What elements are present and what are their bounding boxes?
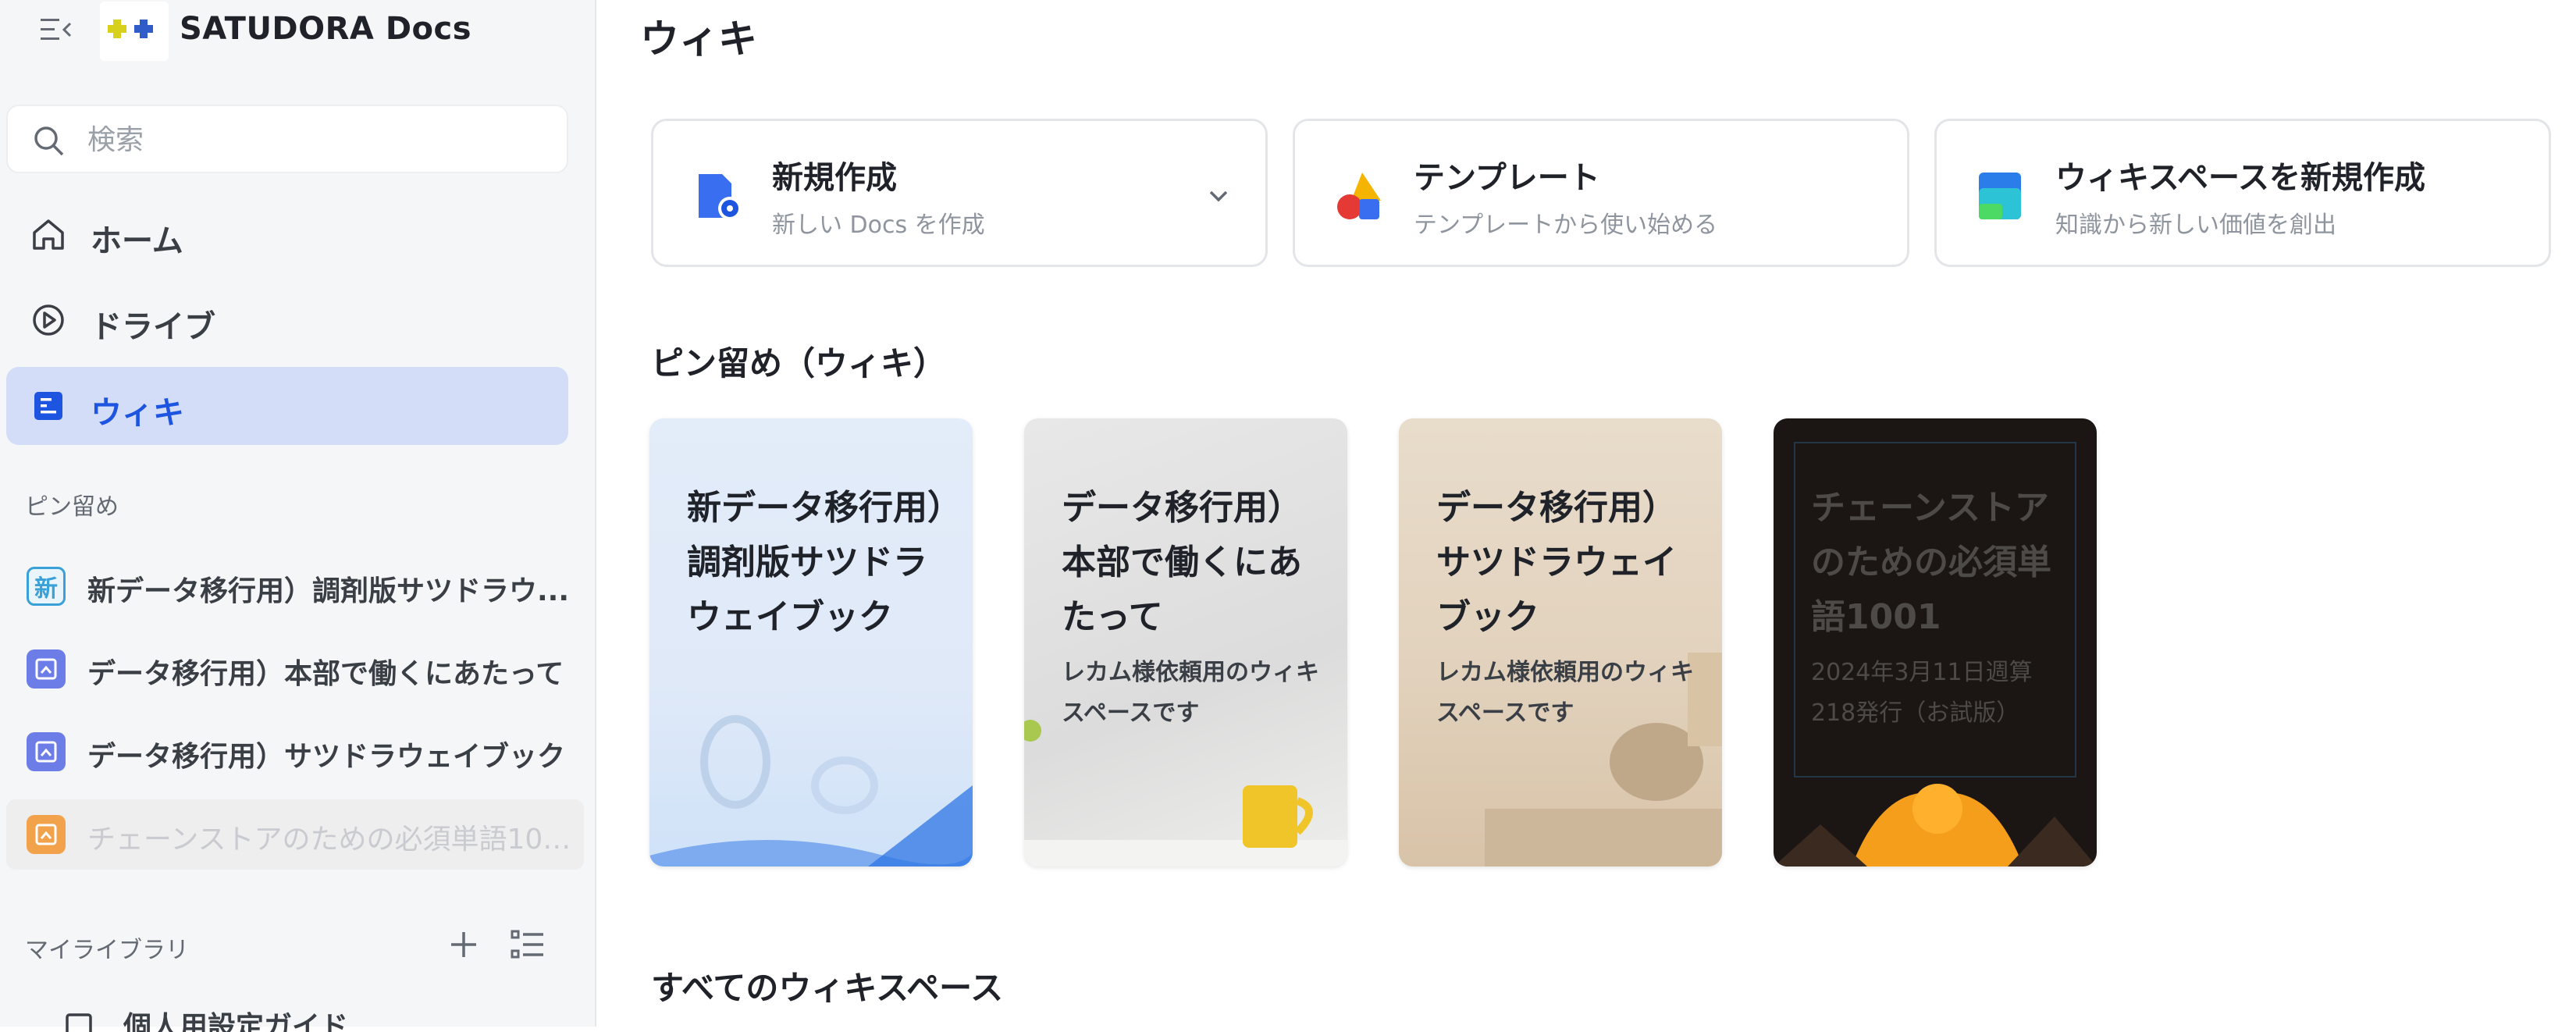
pinned-item[interactable]: チェーンストアのための必須単語1001 [6, 799, 584, 870]
search-input[interactable] [86, 117, 542, 162]
wiki-card-title: データ移行用）本部で働くにあたって [1062, 488, 1302, 637]
chevron-down-icon[interactable] [1203, 180, 1234, 212]
template-title: テンプレート [1414, 160, 1600, 196]
new-doc-icon [691, 169, 745, 224]
template-icon [1332, 169, 1387, 224]
new-doc-card[interactable]: 新規作成 新しい Docs を作成 [651, 119, 1268, 267]
wiki-card[interactable]: 新データ移行用）調剤版サツドラウェイブック [649, 418, 973, 867]
wiki-icon [30, 389, 67, 423]
wiki-space-icon: 新 [27, 567, 66, 606]
pinned-item[interactable]: 新 新データ移行用）調剤版サツドラウ... [6, 551, 584, 621]
new-wiki-space-subtitle: 知識から新しい価値を創出 [2055, 212, 2336, 239]
wiki-card-description: レカム様依頼用のウィキスペースです [1062, 659, 1319, 727]
library-item[interactable]: 個人用設定ガイド [6, 1001, 584, 1032]
pinned-item-label: 新データ移行用）調剤版サツドラウ... [87, 575, 570, 607]
new-wiki-space-title: ウィキスペースを新規作成 [2055, 160, 2425, 196]
nav-home-label: ホーム [91, 223, 183, 259]
doc-icon [27, 815, 66, 854]
library-item-label: 個人用設定ガイド [123, 1011, 349, 1032]
doc-icon [62, 1012, 97, 1032]
doc-icon [27, 649, 66, 689]
all-wiki-spaces-heading: すべてのウィキスペース [651, 969, 1004, 1007]
search-box[interactable] [6, 105, 568, 173]
brand-header: SATUDORA Docs [0, 0, 595, 62]
wiki-card-description: レカム様依頼用のウィキスペースです [1436, 659, 1694, 727]
brand-logo [100, 2, 169, 61]
home-icon [30, 217, 67, 251]
pinned-wiki-heading: ピン留め（ウィキ） [651, 344, 947, 383]
drive-icon [30, 303, 67, 337]
sidebar: SATUDORA Docs ホーム ドライブ [0, 0, 596, 1032]
wiki-card-description: 2024年3月11日週算218発行（お試版） [1811, 659, 2033, 727]
nav-wiki[interactable]: ウィキ [6, 367, 568, 445]
new-wiki-space-card[interactable]: ウィキスペースを新規作成 知識から新しい価値を創出 [1934, 119, 2551, 267]
pinned-item[interactable]: データ移行用）本部で働くにあたって [6, 634, 584, 704]
new-doc-title: 新規作成 [772, 160, 897, 196]
search-icon [31, 123, 66, 158]
new-doc-subtitle: 新しい Docs を作成 [772, 212, 985, 239]
pinned-section-label: ピン留め [25, 493, 119, 521]
nav-home[interactable]: ホーム [6, 195, 568, 273]
new-wiki-space-icon [1974, 169, 2029, 224]
collapse-sidebar-icon[interactable] [39, 16, 73, 44]
pinned-item-label: データ移行用）サツドラウェイブック [87, 741, 566, 773]
wiki-card[interactable]: データ移行用）本部で働くにあたって レカム様依頼用のウィキスペースです [1024, 418, 1347, 867]
list-view-icon[interactable] [509, 927, 546, 962]
page-title: ウィキ [640, 16, 757, 62]
wiki-card-title: データ移行用）サツドラウェイブック [1436, 488, 1677, 637]
doc-icon [27, 732, 66, 771]
wiki-card-title: 新データ移行用）調剤版サツドラウェイブック [687, 488, 945, 637]
brand-name: SATUDORA Docs [180, 11, 472, 47]
template-card[interactable]: テンプレート テンプレートから使い始める [1293, 119, 1909, 267]
wiki-card-title: チェーンストアのための必須単語1001 [1811, 488, 2051, 637]
wiki-card[interactable]: データ移行用）サツドラウェイブック レカム様依頼用のウィキスペースです [1399, 418, 1722, 867]
pinned-item-label: チェーンストアのための必須単語1001 [87, 824, 571, 856]
pinned-item-label: データ移行用）本部で働くにあたって [87, 658, 564, 690]
wiki-card[interactable]: チェーンストアのための必須単語1001 2024年3月11日週算218発行（お試… [1774, 418, 2097, 867]
template-subtitle: テンプレートから使い始める [1414, 212, 1718, 239]
nav-wiki-label: ウィキ [91, 395, 184, 431]
add-icon[interactable] [447, 927, 481, 962]
nav-drive[interactable]: ドライブ [6, 281, 568, 359]
nav-drive-label: ドライブ [91, 309, 215, 345]
pinned-item[interactable]: データ移行用）サツドラウェイブック [6, 717, 584, 787]
library-section-label: マイライブラリ [25, 937, 189, 964]
